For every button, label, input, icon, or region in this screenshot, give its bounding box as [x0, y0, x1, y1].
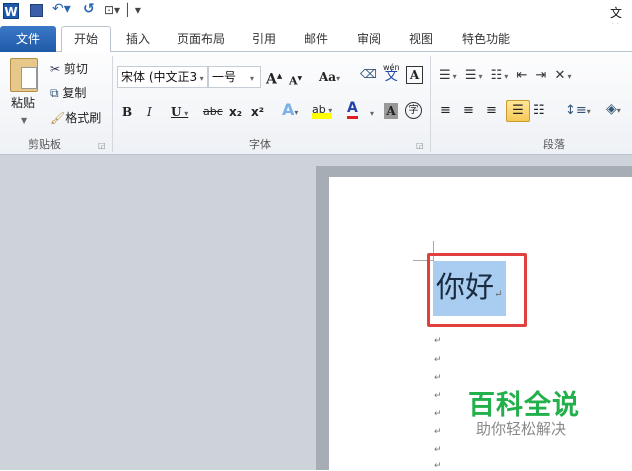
- paragraph-mark: ↵: [434, 427, 442, 437]
- ribbon-tabs: 文件 开始 插入 页面布局 引用 邮件 审阅 视图 特色功能: [0, 24, 632, 53]
- line-spacing-icon[interactable]: ↕≡▾: [565, 103, 591, 120]
- paragraph-mark: ↵: [434, 373, 442, 383]
- word-icon[interactable]: W: [3, 3, 19, 19]
- clipboard-group-label: 剪贴板: [28, 138, 61, 151]
- cut-label: 剪切: [63, 62, 88, 76]
- title-bar: W ↶▾ ↺ ⊡▾ │ ▾ 文档: [0, 0, 632, 37]
- tab-review[interactable]: 审阅: [351, 28, 387, 52]
- text-effects-button[interactable]: A▾: [282, 102, 298, 121]
- font-color-button[interactable]: A: [347, 101, 358, 119]
- tab-view[interactable]: 视图: [403, 28, 439, 52]
- paragraph-row1-icons: ☰▾ ☰▾ ☷▾ ⇤ ⇥ ✕▾: [439, 68, 573, 85]
- undo-icon[interactable]: ↶▾: [52, 1, 71, 17]
- copy-label: 复制: [62, 86, 87, 100]
- font-group-label: 字体: [249, 138, 271, 151]
- brush-icon: 🖌: [50, 111, 66, 125]
- copy-icon: ⧉: [50, 86, 59, 100]
- font-launcher-icon[interactable]: ◲: [416, 138, 424, 154]
- redo-icon[interactable]: ↺: [83, 1, 95, 17]
- tab-file[interactable]: 文件: [0, 26, 56, 52]
- decrease-indent-icon[interactable]: ⇤: [516, 68, 529, 83]
- bold-button[interactable]: B: [122, 104, 132, 120]
- paste-icon[interactable]: [10, 58, 38, 92]
- font-size-select[interactable]: 一号 ▾: [208, 66, 261, 88]
- align-right-icon[interactable]: ≡: [486, 103, 497, 119]
- paragraph-mark: ↵: [434, 336, 442, 346]
- watermark-subtitle: 助你轻松解决: [476, 420, 567, 438]
- save-icon[interactable]: [30, 4, 43, 17]
- italic-button[interactable]: I: [147, 104, 152, 120]
- font-name-value: 宋体 (中文正3: [121, 70, 198, 84]
- clear-format-icon[interactable]: ⌫: [360, 66, 377, 82]
- annotation-box: [427, 253, 527, 327]
- paragraph-mark: ↵: [434, 391, 442, 401]
- underline-button[interactable]: U ▾: [171, 104, 188, 121]
- tab-references[interactable]: 引用: [246, 28, 282, 52]
- format-painter-label: 格式刷: [65, 111, 102, 125]
- numbering-icon[interactable]: ☰▾: [465, 68, 485, 83]
- superscript-button[interactable]: x²: [251, 104, 264, 120]
- phonetic-guide-button[interactable]: wén 文: [383, 63, 400, 83]
- clipboard-launcher-icon[interactable]: ◲: [98, 138, 106, 154]
- paragraph-mark: ↵: [434, 355, 442, 365]
- grow-font-button[interactable]: A▲: [266, 68, 282, 88]
- divider: [112, 56, 113, 152]
- enclose-characters-button[interactable]: 字: [405, 102, 422, 119]
- paste-dropdown-icon[interactable]: ▼: [21, 113, 27, 129]
- multilevel-list-icon[interactable]: ☷▾: [491, 68, 511, 83]
- watermark-title: 百科全说: [468, 390, 580, 421]
- font-name-select[interactable]: 宋体 (中文正3 ▾: [117, 66, 208, 88]
- character-border-button[interactable]: A: [406, 66, 423, 84]
- bullets-icon[interactable]: ☰▾: [439, 68, 459, 83]
- divider: [430, 56, 431, 152]
- shrink-font-button[interactable]: A▼: [289, 71, 302, 90]
- tab-mailings[interactable]: 邮件: [298, 28, 334, 52]
- font-size-value: 一号: [212, 70, 237, 84]
- distributed-icon[interactable]: ☷: [533, 103, 545, 119]
- strikethrough-button[interactable]: abc: [203, 104, 223, 120]
- tab-insert[interactable]: 插入: [120, 28, 156, 52]
- align-left-icon[interactable]: ≡: [440, 103, 451, 119]
- align-center-icon[interactable]: ≡: [463, 103, 474, 119]
- tab-features[interactable]: 特色功能: [455, 28, 517, 52]
- tab-home[interactable]: 开始: [61, 26, 111, 53]
- copy-button[interactable]: ⧉ 复制: [50, 85, 86, 101]
- scissors-icon: ✂: [50, 62, 61, 76]
- paste-button[interactable]: 粘贴: [11, 95, 35, 111]
- format-painter-button[interactable]: 🖌格式刷: [50, 110, 101, 126]
- shading-icon[interactable]: ◈▾: [606, 101, 621, 119]
- paragraph-mark: ↵: [434, 409, 442, 419]
- increase-indent-icon[interactable]: ⇥: [535, 68, 548, 83]
- subscript-button[interactable]: x₂: [229, 104, 242, 120]
- justify-icon[interactable]: ☰: [506, 100, 530, 122]
- character-shading-button[interactable]: A: [384, 103, 398, 119]
- paragraph-mark: ↵: [434, 445, 442, 455]
- tab-page-layout[interactable]: 页面布局: [170, 28, 232, 52]
- asian-layout-icon[interactable]: ✕▾: [555, 68, 574, 83]
- change-case-button[interactable]: Aa▾: [319, 69, 340, 86]
- paragraph-group-label: 段落: [543, 138, 565, 151]
- highlight-button[interactable]: ab ▾: [312, 102, 333, 119]
- cut-button[interactable]: ✂ 剪切: [50, 61, 88, 77]
- font-color-dropdown-icon[interactable]: ▾: [370, 106, 374, 122]
- customize-icon[interactable]: ⊡▾ │ ▾: [104, 3, 141, 17]
